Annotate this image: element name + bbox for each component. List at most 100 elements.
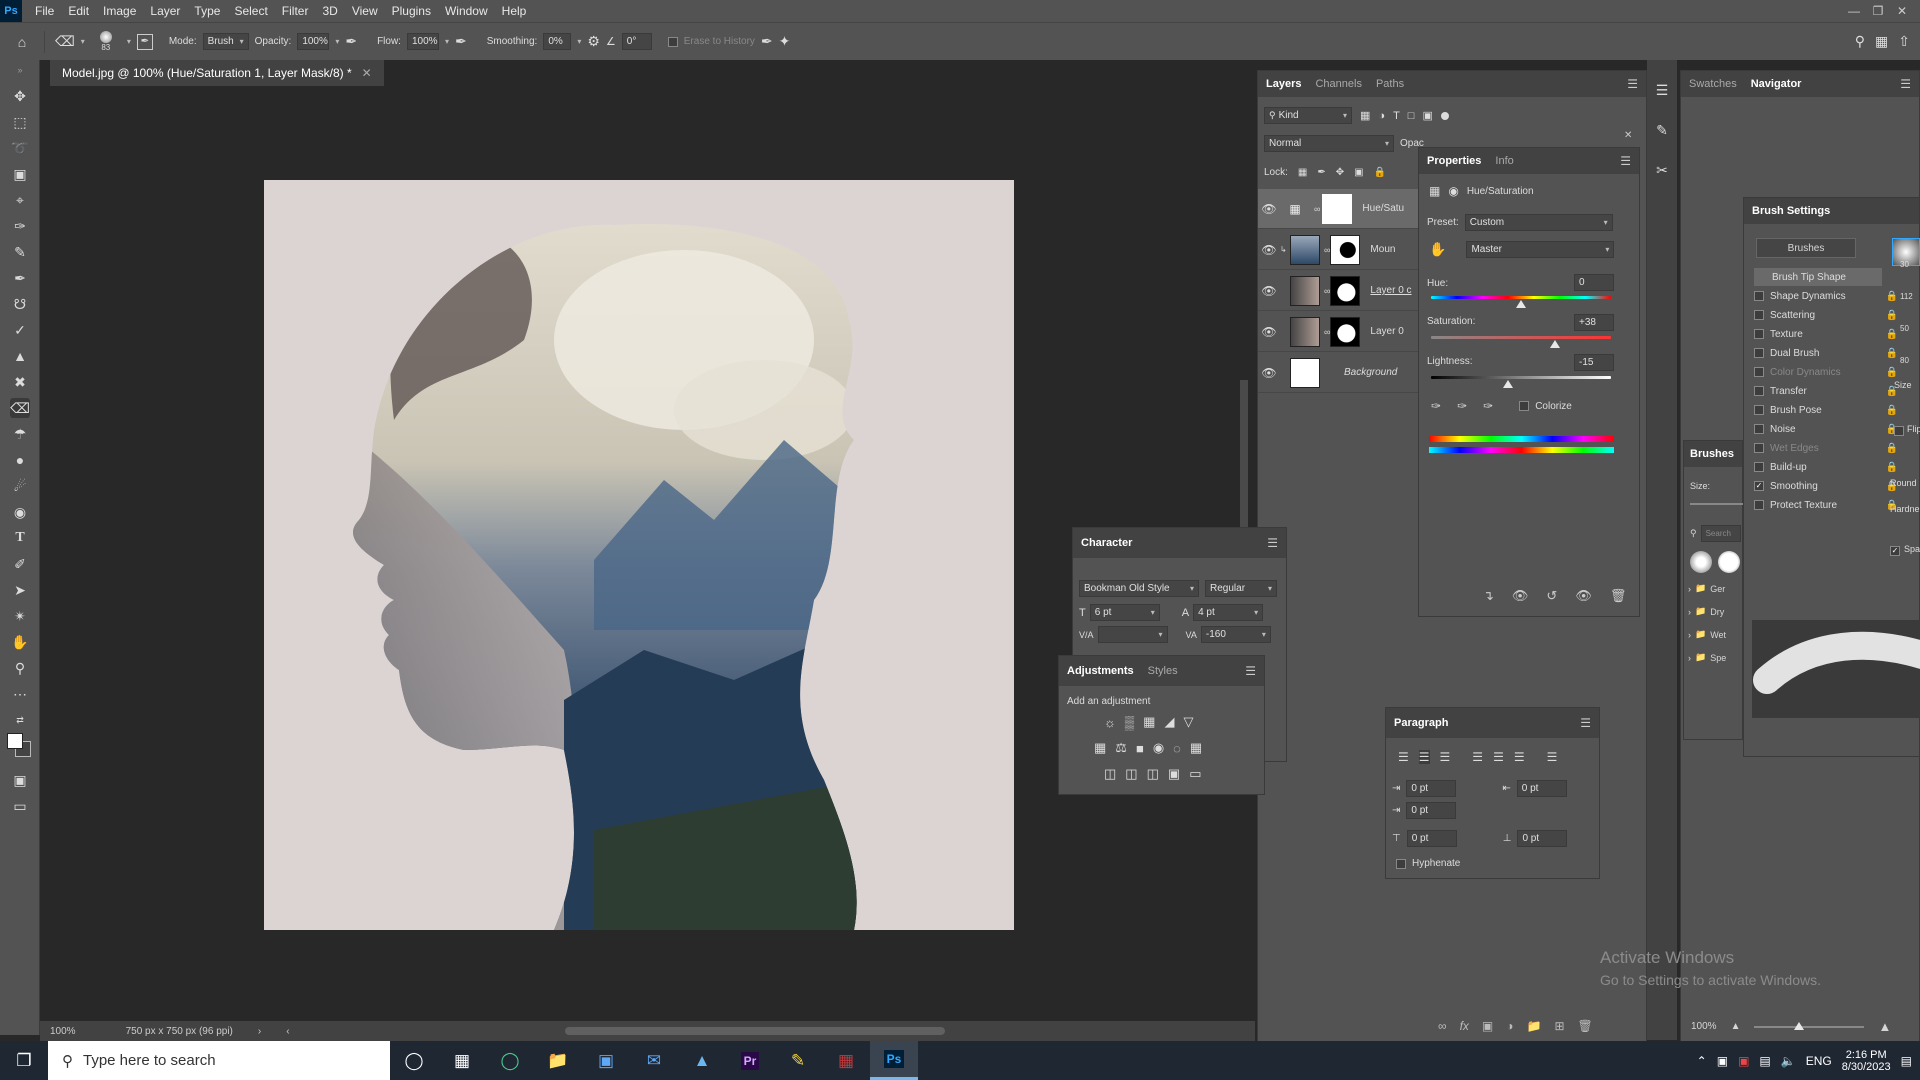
brush-setting-checkbox[interactable] <box>1754 405 1764 415</box>
healing-brush-tool-icon[interactable]: ✎ <box>10 242 30 262</box>
kerning-input[interactable]: ▾ <box>1097 626 1168 643</box>
more-tools-icon[interactable]: ⋯ <box>10 684 30 704</box>
spacing-checkbox[interactable]: ✓ <box>1890 546 1900 556</box>
layer-name[interactable]: Moun <box>1370 244 1395 255</box>
lock-all-icon[interactable]: 🔒 <box>1374 167 1386 178</box>
chevron-down-icon[interactable]: ▾ <box>577 37 581 46</box>
brush-folder[interactable]: › 📁 Wet <box>1688 629 1726 640</box>
workspace-icon[interactable]: ▦ <box>1875 33 1888 50</box>
brush-setting-checkbox[interactable]: ✓ <box>1754 481 1764 491</box>
layer-thumbnail[interactable] <box>1290 234 1320 265</box>
crop-tool-icon[interactable]: ⌖ <box>10 190 30 210</box>
black-white-icon[interactable]: ■ <box>1136 741 1144 756</box>
pressure-opacity-icon[interactable]: ✒ <box>345 33 357 50</box>
panel-menu-icon[interactable]: ☰ <box>1580 716 1591 730</box>
winrar-icon[interactable]: ▦ <box>822 1041 870 1080</box>
lightness-slider-track[interactable] <box>1431 376 1611 379</box>
lock-icon[interactable]: 🔒 <box>1886 348 1898 359</box>
lock-icon[interactable]: 🔒 <box>1886 443 1898 454</box>
brush-setting-checkbox[interactable] <box>1754 462 1764 472</box>
layer-thumbnail[interactable] <box>1290 316 1320 347</box>
menu-view[interactable]: View <box>345 4 385 18</box>
pen-tool-icon[interactable]: ✐ <box>10 554 30 574</box>
justify-left-icon[interactable]: ☰ <box>1472 750 1483 764</box>
posterize-icon[interactable]: ◫ <box>1125 766 1137 782</box>
font-size-input[interactable]: 6 pt ▾ <box>1089 604 1160 621</box>
volume-icon[interactable]: 🔈 <box>1781 1054 1796 1068</box>
first-line-indent-input[interactable]: 0 pt <box>1406 802 1457 819</box>
brushes-size-slider[interactable] <box>1690 503 1744 505</box>
character-title[interactable]: Character <box>1081 537 1132 549</box>
layer-name[interactable]: Layer 0 <box>1370 326 1403 337</box>
store-icon[interactable]: ▣ <box>582 1041 630 1080</box>
new-adjustment-icon[interactable]: ◑ <box>1506 1019 1513 1033</box>
navigator-zoom-thumb[interactable] <box>1794 1021 1805 1030</box>
space-after-input[interactable]: 0 pt <box>1517 830 1568 847</box>
horizontal-scrollbar[interactable] <box>565 1027 945 1035</box>
zoom-tool-icon[interactable]: ⚲ <box>10 658 30 678</box>
hue-input[interactable]: 0 <box>1574 274 1614 291</box>
visibility-eye-icon[interactable]: 👁 <box>1258 325 1280 339</box>
stamp-tool-icon[interactable]: ▲ <box>10 346 30 366</box>
delete-layer-icon[interactable]: 🗑 <box>1578 1019 1593 1033</box>
brush-preset-picker[interactable]: 83 <box>91 31 121 52</box>
navigator-zoom-value[interactable]: 100% <box>1691 1021 1717 1032</box>
brush-setting-checkbox[interactable] <box>1754 367 1764 377</box>
visibility-eye-icon[interactable]: 👁 <box>1258 284 1280 298</box>
eraser-tool-icon[interactable]: ⌫ <box>10 398 30 418</box>
panel-menu-icon[interactable]: ☰ <box>1627 77 1638 91</box>
link-layers-icon[interactable]: ∞ <box>1438 1019 1447 1033</box>
brush-setting-row[interactable]: Wet Edges 🔒 <box>1754 439 1898 457</box>
eraser-tool-icon[interactable]: ⌫ <box>55 33 75 50</box>
brush-setting-row[interactable]: ✓ Smoothing 🔒 <box>1754 477 1898 495</box>
filter-toggle-icon[interactable] <box>1440 111 1449 120</box>
brush-setting-row[interactable]: Transfer 🔒 <box>1754 382 1898 400</box>
filter-type-icon[interactable]: T <box>1393 110 1400 122</box>
menu-plugins[interactable]: Plugins <box>385 4 438 18</box>
brushes-button[interactable]: Brushes <box>1756 238 1856 258</box>
panel-menu-icon[interactable]: ☰ <box>1620 154 1631 168</box>
object-select-tool-icon[interactable]: ▣ <box>10 164 30 184</box>
chevron-down-icon[interactable]: ▾ <box>335 37 339 46</box>
layer-mask-thumbnail[interactable] <box>1330 275 1361 306</box>
delete-icon[interactable]: 🗑 <box>1610 588 1627 604</box>
brush-setting-row[interactable]: Scattering 🔒 <box>1754 306 1898 324</box>
preset-select[interactable]: Custom ▾ <box>1464 214 1613 231</box>
minimize-icon[interactable]: — <box>1842 4 1866 18</box>
zoom-out-icon[interactable]: ▲ <box>1731 1021 1741 1032</box>
screen-mode-icon[interactable]: ▭ <box>10 796 30 816</box>
paint-bucket-tool-icon[interactable]: ☂ <box>10 424 30 444</box>
document-canvas[interactable] <box>264 180 1014 930</box>
task-view-icon[interactable]: ▦ <box>438 1041 486 1080</box>
lasso-tool-icon[interactable]: ➰ <box>10 138 30 158</box>
home-icon[interactable]: ⌂ <box>10 34 34 50</box>
brush-setting-row[interactable]: Noise 🔒 <box>1754 420 1898 438</box>
toggle-visibility-icon[interactable]: 👁 <box>1575 588 1592 604</box>
premiere-icon[interactable]: Pr <box>726 1041 774 1080</box>
brush-setting-checkbox[interactable] <box>1754 291 1764 301</box>
chevron-down-icon[interactable]: ▾ <box>445 37 449 46</box>
layer-mask-thumbnail[interactable] <box>1322 193 1353 224</box>
tool-presets-panel-icon[interactable]: ✂ <box>1652 160 1672 180</box>
invert-icon[interactable]: ◫ <box>1104 766 1116 782</box>
lightness-slider-thumb[interactable] <box>1503 380 1514 388</box>
gear-icon[interactable]: ⚙ <box>587 33 600 50</box>
menu-image[interactable]: Image <box>96 4 143 18</box>
menu-help[interactable]: Help <box>495 4 534 18</box>
tracking-input[interactable]: -160 ▾ <box>1200 626 1271 643</box>
path-select-tool-icon[interactable]: ➤ <box>10 580 30 600</box>
layer-name[interactable]: Hue/Satu <box>1362 203 1404 214</box>
color-lookup-icon[interactable]: ▦ <box>1190 740 1202 756</box>
marquee-tool-icon[interactable]: ⬚ <box>10 112 30 132</box>
vertical-scrollbar[interactable] <box>1240 380 1248 530</box>
filter-pixel-icon[interactable]: ▦ <box>1360 109 1370 122</box>
tab-layers[interactable]: Layers <box>1266 78 1301 90</box>
view-previous-icon[interactable]: 👁 <box>1512 588 1529 604</box>
layer-name[interactable]: Layer 0 c <box>1370 285 1411 296</box>
symmetry-icon[interactable]: ✦ <box>779 33 791 50</box>
mask-icon[interactable]: ◉ <box>1448 184 1458 198</box>
flip-checkbox[interactable] <box>1894 426 1904 436</box>
new-group-icon[interactable]: 📁 <box>1527 1019 1542 1033</box>
sponge-tool-icon[interactable]: ◉ <box>10 502 30 522</box>
align-center-icon[interactable]: ☰ <box>1418 750 1430 764</box>
